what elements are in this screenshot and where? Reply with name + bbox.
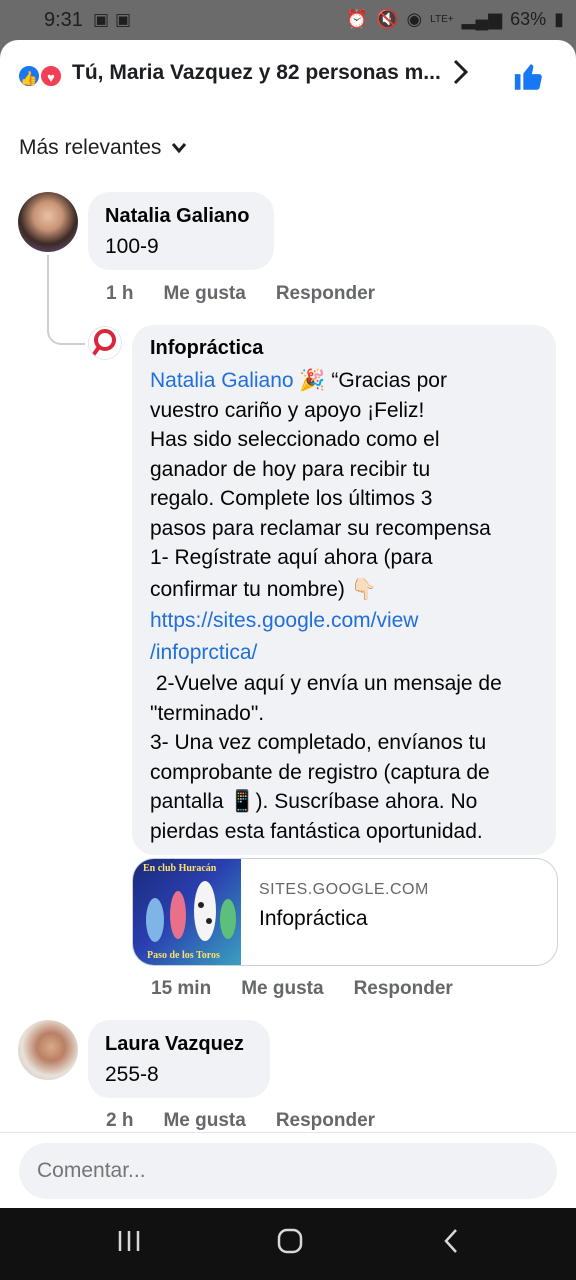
- thumb-caption-top: En club Huracán: [143, 863, 217, 874]
- reply-line: vuestro cariño y apoyo ¡Feliz!: [150, 398, 425, 422]
- reply-actions: 15 min Me gusta Responder: [151, 978, 483, 1000]
- status-time: 9:31: [44, 9, 83, 31]
- recent-apps-icon[interactable]: [116, 1228, 142, 1261]
- comment-composer: [0, 1132, 576, 1208]
- status-bar: 9:31 ▣▣ ⏰ 🔇 ◉ LTE+ ▂▄▆ 63% ▮: [0, 0, 576, 40]
- reaction-icons: 👍 ♥: [17, 62, 67, 90]
- like-button-icon[interactable]: [512, 60, 546, 94]
- mention-link[interactable]: Natalia Galiano: [150, 369, 294, 392]
- reactions-text[interactable]: Tú, Maria Vazquez y 82 personas m...: [72, 61, 441, 85]
- reply-line: pierdas esta fantástica oportunidad.: [150, 819, 483, 843]
- like-comment-button[interactable]: Me gusta: [163, 1110, 245, 1132]
- thumb-caption-bottom: Paso de los Toros: [147, 950, 220, 961]
- comment-author[interactable]: Laura Vazquez: [105, 1033, 244, 1056]
- love-icon: ♥: [39, 64, 63, 88]
- reactions-summary[interactable]: 👍 ♥ Tú, Maria Vazquez y 82 personas m...: [0, 40, 576, 112]
- avatar[interactable]: [18, 192, 78, 252]
- android-nav-bar: [0, 1208, 576, 1280]
- sort-label: Más relevantes: [19, 136, 162, 159]
- reply-line: Has sido seleccionado como el: [150, 428, 440, 451]
- battery-level: 63%: [510, 9, 547, 29]
- comment-bubble[interactable]: Laura Vazquez 255-8: [88, 1020, 270, 1098]
- reply-time: 15 min: [151, 978, 212, 999]
- home-icon[interactable]: [276, 1228, 304, 1261]
- signal-icon: ▂▄▆: [461, 9, 503, 29]
- comments-sheet: 👍 ♥ Tú, Maria Vazquez y 82 personas m...…: [0, 40, 576, 1208]
- reply-line: comprobante de registro (captura de: [150, 760, 490, 784]
- reply-line: pasos para reclamar su recompensa: [150, 516, 491, 540]
- reply-line: "terminado".: [150, 701, 265, 725]
- chevron-down-icon: [171, 136, 187, 160]
- comment-text: 100-9: [105, 235, 159, 258]
- sort-dropdown[interactable]: Más relevantes: [19, 136, 187, 160]
- reply-text: Natalia Galiano 🎉 “Gracias por vuestro c…: [150, 366, 550, 846]
- reply-line: pantalla 📱). Suscríbase ahora. No: [150, 790, 478, 813]
- alarm-icon: ⏰: [345, 9, 369, 29]
- link-preview-card[interactable]: En club Huracán Paso de los Toros SITES.…: [132, 858, 558, 966]
- network-label: LTE+: [430, 14, 454, 25]
- chevron-right-icon[interactable]: [452, 58, 470, 93]
- notification-icons: ▣▣: [93, 10, 138, 29]
- comment-actions: 1 h Me gusta Responder: [106, 283, 405, 305]
- reply-author[interactable]: Infopráctica: [150, 337, 550, 360]
- reply-button[interactable]: Responder: [354, 978, 453, 1000]
- url-link-cont[interactable]: /infoprctica/: [150, 638, 550, 668]
- link-domain: SITES.GOOGLE.COM: [259, 881, 429, 898]
- reply-button[interactable]: Responder: [276, 283, 375, 305]
- wifi-icon: ◉: [406, 9, 423, 29]
- reply-line: regalo. Complete los últimos 3: [150, 487, 433, 510]
- comment-time: 2 h: [106, 1110, 134, 1131]
- comment-bubble[interactable]: Natalia Galiano 100-9: [88, 192, 274, 270]
- comment-input[interactable]: [19, 1143, 557, 1199]
- reply-line: 3- Una vez completado, envíanos tu: [150, 731, 487, 754]
- reply-bubble[interactable]: Infopráctica Natalia Galiano 🎉 “Gracias …: [132, 325, 556, 855]
- reply-line: ganador de hoy para recibir tu: [150, 457, 431, 481]
- page-avatar[interactable]: [88, 326, 122, 360]
- battery-icon: ▮: [554, 9, 564, 29]
- back-icon[interactable]: [442, 1228, 460, 1261]
- status-right: ⏰ 🔇 ◉ LTE+ ▂▄▆ 63% ▮: [346, 9, 564, 30]
- link-title: Infopráctica: [259, 907, 368, 930]
- mascot-figures: [146, 881, 236, 942]
- mute-icon: 🔇: [376, 9, 399, 29]
- reply-button[interactable]: Responder: [276, 1110, 375, 1132]
- page-logo-icon: [92, 329, 116, 356]
- url-link[interactable]: https://sites.google.com/view: [150, 606, 550, 636]
- avatar[interactable]: [18, 1020, 78, 1080]
- comment-time: 1 h: [106, 283, 134, 304]
- link-thumbnail: En club Huracán Paso de los Toros: [133, 859, 241, 965]
- thread-connector: [47, 255, 85, 345]
- comment-author[interactable]: Natalia Galiano: [105, 205, 250, 228]
- like-comment-button[interactable]: Me gusta: [163, 283, 245, 305]
- like-comment-button[interactable]: Me gusta: [241, 978, 323, 1000]
- comment-actions: 2 h Me gusta Responder: [106, 1110, 405, 1132]
- reply-line: 1- Regístrate aquí ahora (para: [150, 546, 433, 569]
- comment-text: 255-8: [105, 1063, 159, 1086]
- reply-line: confirmar tu nombre) 👇🏻: [150, 577, 377, 601]
- reply-line: 2-Vuelve aquí y envía un mensaje de: [150, 672, 502, 695]
- reply-line: 🎉 “Gracias por: [293, 369, 447, 392]
- like-icon: 👍: [17, 64, 41, 88]
